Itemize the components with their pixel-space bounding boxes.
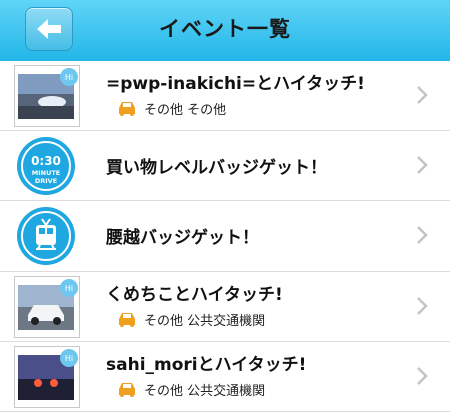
chevron-right-icon — [417, 86, 428, 104]
list-item[interactable]: Hi sahi_moriとハイタッチ! その他 公共交通機関 — [0, 342, 450, 412]
event-category: その他 公共交通機関 — [144, 313, 266, 329]
header-bar: イベント一覧 — [0, 0, 450, 61]
car-icon — [119, 383, 135, 397]
car-icon — [119, 313, 135, 327]
car-icon — [119, 102, 135, 116]
svg-text:MINUTE: MINUTE — [32, 169, 60, 177]
event-title: 腰越バッジゲット！ — [106, 228, 259, 248]
list-item[interactable]: Hi くめちことハイタッチ! その他 公共交通機関 — [0, 272, 450, 342]
list-item[interactable]: 0:30 MINUTE DRIVE 買い物レベルバッジゲット！ — [0, 131, 450, 201]
page-title: イベント一覧 — [159, 17, 291, 41]
minute-drive-badge-icon: 0:30 MINUTE DRIVE — [17, 137, 75, 195]
svg-text:Hi: Hi — [65, 73, 73, 82]
svg-text:Hi: Hi — [65, 354, 73, 363]
svg-text:DRIVE: DRIVE — [35, 177, 57, 185]
chevron-right-icon — [417, 367, 428, 385]
chevron-right-icon — [417, 156, 428, 174]
svg-text:Hi: Hi — [65, 284, 73, 293]
user-photo: Hi — [14, 276, 80, 338]
train-badge-icon — [17, 207, 75, 265]
event-category: その他 公共交通機関 — [144, 383, 266, 399]
list-item[interactable]: 腰越バッジゲット！ — [0, 201, 450, 272]
chevron-right-icon — [417, 226, 428, 244]
list-item[interactable]: Hi =pwp-inakichi=とハイタッチ! その他 その他 — [0, 61, 450, 131]
event-title: sahi_moriとハイタッチ! — [106, 355, 307, 375]
hand-icon: Hi — [60, 349, 78, 367]
event-title: =pwp-inakichi=とハイタッチ! — [106, 74, 365, 94]
hand-icon: Hi — [60, 279, 78, 297]
chevron-right-icon — [417, 297, 428, 315]
user-photo: Hi — [14, 65, 80, 127]
user-photo: Hi — [14, 346, 80, 408]
event-category: その他 その他 — [144, 102, 227, 118]
event-title: くめちことハイタッチ! — [106, 285, 283, 305]
event-list: Hi =pwp-inakichi=とハイタッチ! その他 その他 0:30 MI… — [0, 61, 450, 412]
svg-text:0:30: 0:30 — [31, 154, 61, 168]
hand-icon: Hi — [60, 68, 78, 86]
event-title: 買い物レベルバッジゲット！ — [106, 158, 327, 178]
